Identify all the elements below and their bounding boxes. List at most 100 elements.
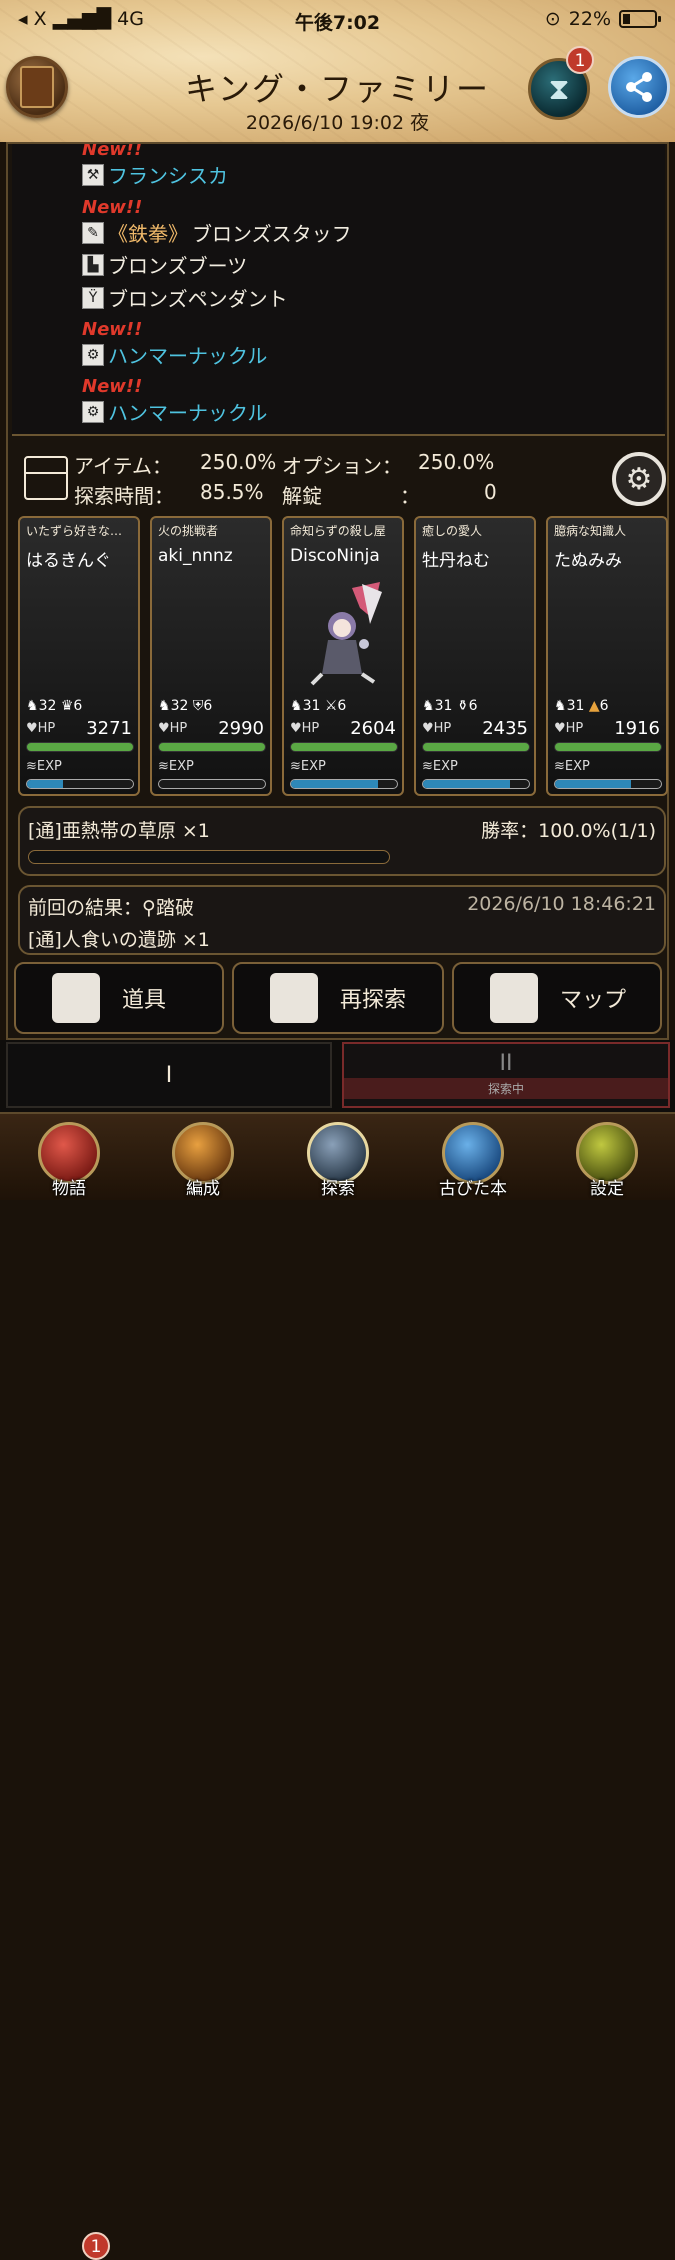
- settings-gear-button[interactable]: ⚙: [612, 452, 666, 506]
- map-icon: [490, 973, 538, 1023]
- gear-icon: ⚙: [625, 461, 653, 497]
- party-card[interactable]: 火の挑戦者 aki_nnnz ♞32 ⛨6 ♥HP 2990 ≋EXP: [150, 516, 272, 796]
- boots-icon: ▙: [82, 253, 104, 276]
- hp-value: 1916: [614, 718, 660, 739]
- tab-party-2[interactable]: II 探索中: [342, 1042, 670, 1108]
- tab-status: 探索中: [344, 1078, 668, 1099]
- nav-story[interactable]: 物語: [29, 1122, 109, 1199]
- member-title: 火の挑戦者: [158, 524, 219, 538]
- last-result-label: 前回の結果：⚲踏破: [28, 897, 194, 919]
- hp-value: 2604: [350, 718, 396, 739]
- party-card[interactable]: 臆病な知識人 たぬみみ ♞31 ▲6 ♥HP 1916 ≋EXP: [546, 516, 668, 796]
- item-log[interactable]: New!! ⚒ フランシスカ New!! ✎ 《鉄拳》 ブロンズスタッフ ▙ ブロンズブ…: [12, 144, 665, 436]
- member-title: いたずら好きな…: [26, 524, 123, 538]
- unlock-value: 0: [484, 480, 497, 504]
- exp-fill: [27, 780, 64, 788]
- last-result-panel[interactable]: 前回の結果：⚲踏破 2026/6/10 18:46:21 [通]人食いの遺跡 ×…: [18, 885, 666, 955]
- tab-party-1[interactable]: I: [6, 1042, 332, 1108]
- exp-bar: [422, 779, 530, 789]
- exp-label: ≋EXP: [290, 759, 326, 774]
- current-quest-panel[interactable]: [通]亜熱帯の草原 ×1 勝率：100.0%(1/1): [18, 806, 666, 876]
- party-card[interactable]: 癒しの愛人 牡丹ねむ ♞31 ⚱6 ♥HP 2435 ≋EXP: [414, 516, 536, 796]
- party-cards: いたずら好きな… はるきんぐ ♞32 ♛6 ♥HP 3271 ≋EXP 火の挑戦…: [18, 516, 668, 798]
- wizard-hat-icon: ▲: [588, 698, 600, 714]
- main-frame: New!! ⚒ フランシスカ New!! ✎ 《鉄拳》 ブロンズスタッフ ▙ ブロンズブ…: [6, 142, 669, 1040]
- member-title: 臆病な知識人: [554, 524, 627, 538]
- tools-button[interactable]: 道具: [14, 962, 224, 1034]
- treasure-chest-icon: [24, 456, 68, 500]
- exp-bar: [290, 779, 398, 789]
- lion-icon: ♞: [158, 698, 171, 714]
- hp-label: ♥HP: [158, 721, 188, 736]
- nav-formation[interactable]: 編成: [163, 1122, 243, 1199]
- log-item[interactable]: Ÿ ブロンズペンダント: [82, 283, 288, 312]
- party-card[interactable]: 命知らずの殺し屋 DiscoNinja ♞31 ⚔6 ♥HP 2604 ≋EXP: [282, 516, 404, 796]
- member-title: 命知らずの殺し屋: [290, 524, 386, 538]
- unlock-separator: ：: [400, 484, 420, 508]
- explore-time-value: 85.5%: [200, 480, 264, 504]
- crown-icon: ♛: [60, 698, 74, 714]
- member-level: ♞31 ▲6: [554, 698, 609, 714]
- nav-settings[interactable]: 設定: [567, 1122, 647, 1199]
- hp-label: ♥HP: [26, 721, 56, 736]
- exp-bar: [26, 779, 134, 789]
- rotation-lock-icon: ⊙: [544, 8, 561, 30]
- knuckle-icon: ⚙: [82, 400, 104, 423]
- map-button[interactable]: マップ: [452, 962, 662, 1034]
- bow-icon: ⚔: [324, 698, 338, 714]
- exp-fill: [555, 780, 632, 788]
- hp-bar: [158, 742, 266, 752]
- status-right: ⊙ 22%: [544, 8, 661, 30]
- log-new-label: New!!: [82, 376, 143, 397]
- log-item[interactable]: ⚙ ハンマーナックル: [82, 340, 267, 369]
- hp-bar: [554, 742, 662, 752]
- shield-icon: ⛨: [192, 698, 204, 714]
- exp-bar: [554, 779, 662, 789]
- axe-icon: ⚒: [82, 163, 104, 186]
- re-explore-button[interactable]: 再探索: [232, 962, 444, 1034]
- status-bar: ◂ X ▂▄▆█ 4G 午後7:02 ⊙ 22%: [0, 0, 675, 38]
- hp-value: 2990: [218, 718, 264, 739]
- exp-bar: [158, 779, 266, 789]
- option-rate-value: 250.0%: [418, 450, 495, 474]
- log-item[interactable]: ▙ ブロンズブーツ: [82, 250, 247, 279]
- share-button[interactable]: [608, 56, 670, 118]
- member-name: aki_nnnz: [158, 546, 233, 566]
- log-item[interactable]: ⚒ フランシスカ: [82, 160, 228, 189]
- item-rate-label: アイテム：: [74, 454, 172, 478]
- hp-bar: [422, 742, 530, 752]
- hp-bar: [290, 742, 398, 752]
- share-icon: [626, 72, 652, 102]
- bonus-stats: アイテム： 250.0% オプション： 250.0% 探索時間： 85.5% 解…: [18, 446, 668, 508]
- quest-progress-bar: [28, 850, 390, 864]
- party-tabs: I II 探索中: [0, 1040, 675, 1112]
- hp-label: ♥HP: [290, 721, 320, 736]
- nav-explore[interactable]: 探索: [298, 1122, 378, 1199]
- map-icon: [270, 973, 318, 1023]
- log-item[interactable]: ⚙ ハンマーナックル: [82, 397, 267, 426]
- unlock-label: 解錠: [282, 484, 322, 508]
- member-level: ♞32 ♛6: [26, 698, 83, 714]
- nav-old-book[interactable]: 古びた本: [433, 1122, 513, 1199]
- pin-icon: ⚲: [142, 897, 156, 919]
- exp-fill: [423, 780, 510, 788]
- bottom-navigation: 物語 1 編成 探索 古びた本 設定: [0, 1112, 675, 2260]
- story-badge: 1: [82, 2232, 110, 2260]
- member-level: ♞32 ⛨6: [158, 698, 213, 714]
- hp-bar: [26, 742, 134, 752]
- backpack-icon: [52, 973, 100, 1023]
- lion-icon: ♞: [290, 698, 303, 714]
- log-item[interactable]: ✎ 《鉄拳》 ブロンズスタッフ: [82, 218, 352, 247]
- log-new-label: New!!: [82, 144, 143, 160]
- party-card[interactable]: いたずら好きな… はるきんぐ ♞32 ♛6 ♥HP 3271 ≋EXP: [18, 516, 140, 796]
- exp-label: ≋EXP: [554, 759, 590, 774]
- quest-win-rate: 勝率：100.0%(1/1): [481, 820, 656, 842]
- log-new-label: New!!: [82, 319, 143, 340]
- hp-label: ♥HP: [554, 721, 584, 736]
- hourglass-badge: 1: [566, 46, 594, 74]
- knuckle-icon: ⚙: [82, 343, 104, 366]
- exp-fill: [291, 780, 378, 788]
- hp-value: 2435: [482, 718, 528, 739]
- item-rate-value: 250.0%: [200, 450, 277, 474]
- lion-icon: ♞: [26, 698, 39, 714]
